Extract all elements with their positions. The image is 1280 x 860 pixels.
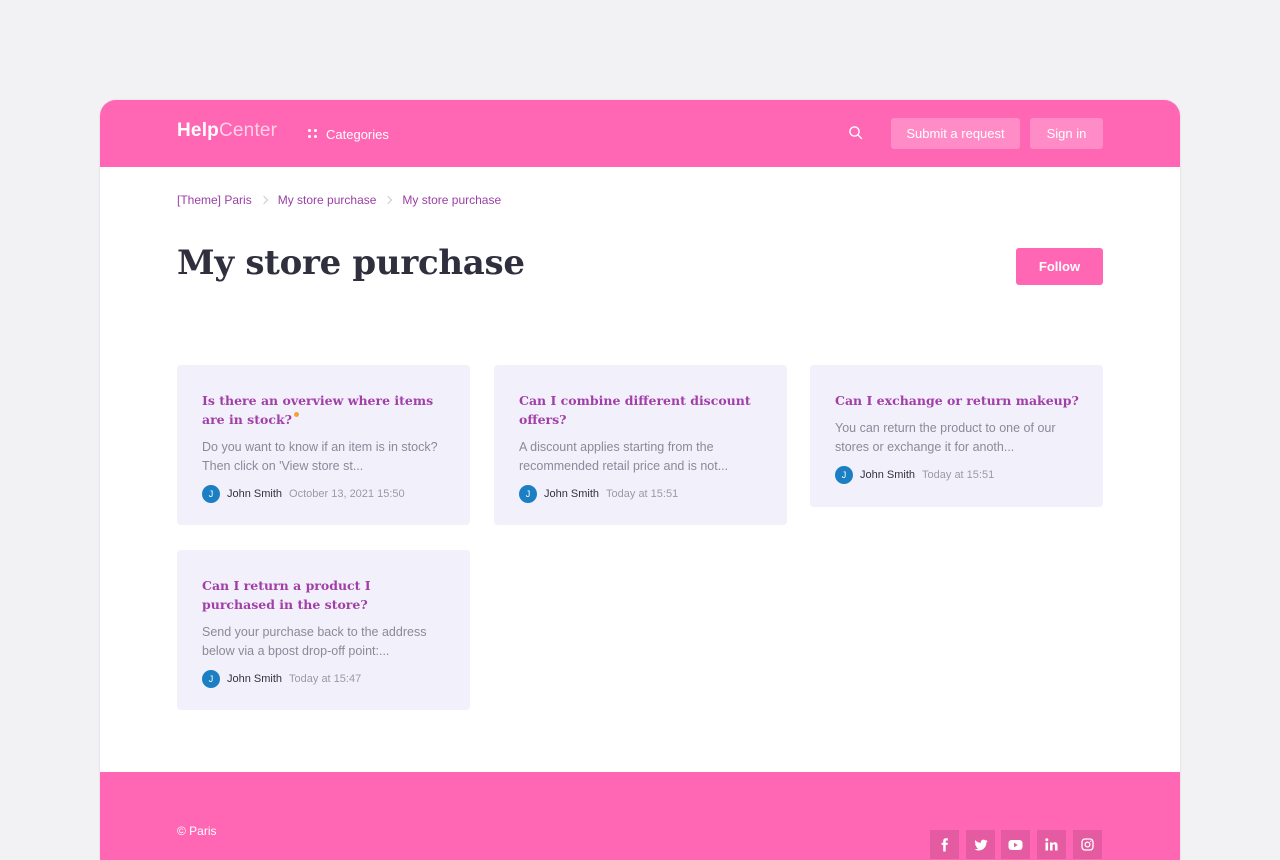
article-author: John Smith: [544, 488, 600, 500]
logo-bold: Help: [177, 120, 219, 141]
categories-menu[interactable]: Categories: [308, 124, 389, 144]
logo[interactable]: HelpCenter: [177, 120, 277, 142]
linkedin-icon: [1045, 838, 1058, 851]
footer: © Paris: [100, 772, 1180, 860]
chevron-right-icon: [384, 195, 393, 205]
article-card[interactable]: Can I exchange or return makeup? You can…: [810, 365, 1103, 507]
article-title[interactable]: Is there an overview where items are in …: [202, 393, 433, 427]
article-author: John Smith: [227, 673, 283, 685]
copyright: © Paris: [177, 824, 217, 838]
linkedin-link[interactable]: [1037, 830, 1066, 859]
article-excerpt: A discount applies starting from the rec…: [519, 440, 729, 473]
article-card[interactable]: Can I return a product I purchased in th…: [177, 550, 470, 710]
youtube-link[interactable]: [1001, 830, 1030, 859]
article-date: Today at 15:47: [289, 673, 362, 685]
facebook-icon: [941, 837, 948, 851]
youtube-icon: [1008, 839, 1023, 850]
help-center-page: HelpCenter Categories Submit a request S…: [100, 100, 1180, 860]
article-meta: J John Smith October 13, 2021 15:50: [202, 485, 446, 503]
categories-label: Categories: [326, 126, 389, 142]
logo-light: Center: [218, 120, 278, 141]
search-button[interactable]: [847, 124, 865, 142]
article-excerpt: You can return the product to one of our…: [835, 421, 1056, 454]
article-date: October 13, 2021 15:50: [289, 488, 405, 500]
chevron-right-icon: [259, 195, 268, 205]
article-card[interactable]: Can I combine different discount offers?…: [494, 365, 787, 525]
breadcrumb-item-theme[interactable]: [Theme] Paris: [177, 193, 252, 207]
article-title[interactable]: Can I return a product I purchased in th…: [202, 578, 371, 612]
follow-button[interactable]: Follow: [1016, 248, 1103, 285]
article-title[interactable]: Can I combine different discount offers?: [519, 393, 751, 427]
page-title: My store purchase: [177, 243, 525, 283]
article-date: Today at 15:51: [606, 488, 679, 500]
facebook-link[interactable]: [930, 830, 959, 859]
twitter-icon: [974, 839, 988, 850]
article-author: John Smith: [860, 469, 916, 481]
search-icon: [849, 126, 863, 140]
article-meta: J John Smith Today at 15:51: [519, 485, 763, 503]
article-excerpt: Send your purchase back to the address b…: [202, 625, 427, 658]
article-date: Today at 15:51: [922, 469, 995, 481]
article-card[interactable]: Is there an overview where items are in …: [177, 365, 470, 525]
avatar: J: [202, 485, 220, 503]
article-title[interactable]: Can I exchange or return makeup?: [835, 393, 1079, 408]
instagram-link[interactable]: [1073, 830, 1102, 859]
breadcrumb-item-category[interactable]: My store purchase: [278, 193, 377, 207]
header: HelpCenter Categories Submit a request S…: [100, 100, 1180, 167]
instagram-icon: [1081, 838, 1094, 851]
new-badge-icon: [293, 412, 299, 417]
article-meta: J John Smith Today at 15:51: [835, 466, 1079, 484]
article-author: John Smith: [227, 488, 283, 500]
article-excerpt: Do you want to know if an item is in sto…: [202, 440, 438, 473]
submit-request-button[interactable]: Submit a request: [891, 118, 1020, 149]
avatar: J: [202, 670, 220, 688]
twitter-link[interactable]: [966, 830, 995, 859]
breadcrumb: [Theme] Paris My store purchase My store…: [177, 193, 501, 207]
grid-dots-icon: [308, 129, 318, 139]
sign-in-button[interactable]: Sign in: [1030, 118, 1103, 149]
article-meta: J John Smith Today at 15:47: [202, 670, 446, 688]
avatar: J: [519, 485, 537, 503]
breadcrumb-item-section[interactable]: My store purchase: [402, 193, 501, 207]
avatar: J: [835, 466, 853, 484]
